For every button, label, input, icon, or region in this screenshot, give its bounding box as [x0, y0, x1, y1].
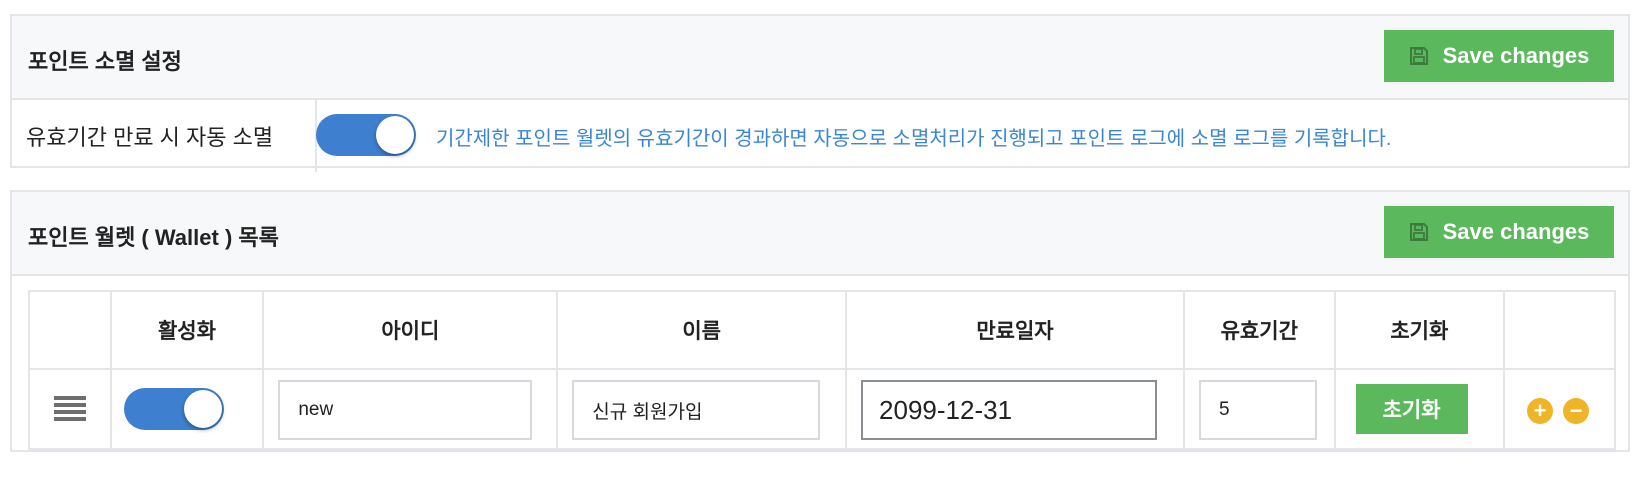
wallet-valid-period-input[interactable]	[1198, 380, 1317, 440]
column-header-expiry-date: 만료일자	[845, 290, 1185, 370]
column-header-active: 활성화	[109, 290, 265, 370]
wallet-id-input[interactable]	[278, 380, 533, 440]
column-header-handle	[28, 290, 112, 370]
column-header-name: 이름	[556, 290, 848, 370]
drag-cell	[28, 368, 112, 450]
id-cell	[262, 368, 559, 450]
wallet-save-label: Save changes	[1442, 219, 1590, 244]
expiration-panel-title: 포인트 소멸 설정	[28, 49, 182, 74]
wallet-active-toggle[interactable]	[123, 388, 224, 430]
expiration-save-button[interactable]: Save changes	[1384, 30, 1614, 82]
reset-button[interactable]: 초기화	[1355, 384, 1468, 434]
wallet-save-button[interactable]: Save changes	[1384, 206, 1614, 258]
expiration-save-label: Save changes	[1442, 43, 1590, 68]
actions-cell: + −	[1503, 368, 1616, 450]
valid-period-cell	[1182, 368, 1336, 450]
expiration-panel-header: 포인트 소멸 설정 Save changes	[12, 16, 1628, 100]
reset-cell: 초기화	[1333, 368, 1506, 450]
wallet-table-header-row: 활성화 아이디 이름 만료일자 유효기간 초기화	[28, 290, 1616, 370]
wallet-name-input[interactable]	[572, 380, 821, 440]
expiry-date-cell	[845, 368, 1185, 450]
floppy-disk-icon	[1409, 223, 1428, 241]
column-header-actions	[1503, 290, 1616, 370]
column-header-valid-period: 유효기간	[1182, 290, 1336, 370]
expiration-settings-panel: 포인트 소멸 설정 Save changes 유효기간 만료 시 자동 소멸 기…	[10, 14, 1630, 172]
auto-expire-description: 기간제한 포인트 월렛의 유효기간이 경과하면 자동으로 소멸처리가 진행되고 …	[436, 127, 1392, 150]
table-row: 초기화 + −	[28, 368, 1616, 450]
toggle-knob	[183, 390, 222, 428]
wallet-panel-title: 포인트 월렛 ( Wallet ) 목록	[28, 225, 279, 250]
auto-expire-toggle[interactable]	[316, 114, 416, 156]
name-cell	[556, 368, 848, 450]
auto-expire-label: 유효기간 만료 시 자동 소멸	[12, 100, 317, 172]
column-header-id: 아이디	[262, 290, 559, 370]
column-header-reset: 초기화	[1333, 290, 1506, 370]
minus-circle-icon[interactable]: −	[1563, 398, 1590, 424]
auto-expire-setting-row: 유효기간 만료 시 자동 소멸 기간제한 포인트 월렛의 유효기간이 경과하면 …	[12, 100, 1628, 172]
drag-handle-icon[interactable]	[54, 396, 86, 422]
wallet-expiry-date-input[interactable]	[861, 380, 1158, 440]
wallet-table: 활성화 아이디 이름 만료일자 유효기간 초기화 new 신규 회원가입 209…	[28, 290, 1616, 450]
wallet-list-panel: 포인트 월렛 ( Wallet ) 목록 Save changes 활성화 아이…	[10, 190, 1630, 452]
toggle-knob	[376, 116, 414, 154]
plus-circle-icon[interactable]: +	[1527, 398, 1554, 424]
wallet-panel-header: 포인트 월렛 ( Wallet ) 목록 Save changes	[12, 192, 1628, 276]
active-cell	[109, 368, 265, 450]
floppy-disk-icon	[1409, 47, 1428, 65]
